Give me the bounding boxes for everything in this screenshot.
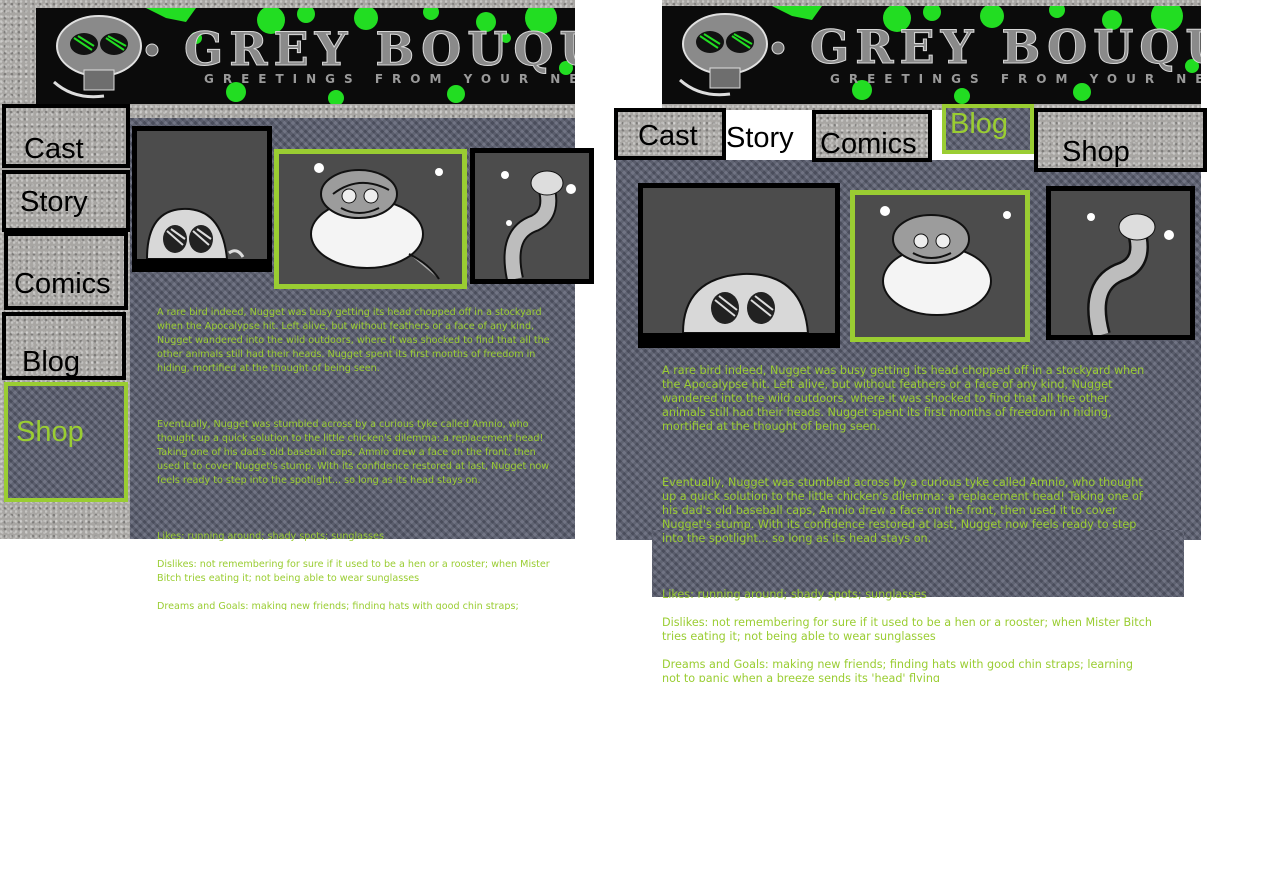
bio-paragraph: A rare bird indeed, Nugget was busy gett… — [662, 364, 1145, 433]
site-tagline: GREETINGS FROM YOUR NEW T — [830, 72, 1201, 86]
nav-comics-label: Comics — [14, 268, 111, 300]
dislikes-line: Dislikes: not remembering for sure if it… — [157, 559, 550, 584]
bio-paragraph: A rare bird indeed, Nugget was busy gett… — [157, 307, 550, 374]
nugget-chicken-art — [310, 163, 443, 280]
site-tagline: GREETINGS FROM YOUR NEW T — [204, 72, 575, 86]
nav-story-label: Story — [20, 186, 88, 218]
dislikes-line: Dislikes: not remembering for sure if it… — [662, 616, 1152, 643]
character-panel-nugget[interactable] — [850, 190, 1030, 342]
skull-logo-icon — [678, 13, 785, 97]
nav-blog-label: Blog — [22, 346, 81, 378]
nav-blog-button[interactable]: Blog — [2, 312, 126, 380]
worm-character-art — [1087, 213, 1174, 335]
nav-cast-button[interactable]: Cast — [2, 104, 130, 168]
nav-story-button[interactable]: Story — [724, 112, 804, 164]
likes-line: Likes: running around; shady spots; sung… — [662, 588, 927, 601]
skull-character-art — [137, 207, 267, 267]
worm-character-art — [501, 170, 576, 279]
mockup-left: GREY BOUQU GREETINGS FROM YOUR NEW T Cas… — [0, 0, 594, 610]
nav-comics-button[interactable]: Comics — [4, 232, 128, 310]
dreams-line: Dreams and Goals: making new friends; fi… — [157, 601, 519, 610]
nav-shop-label: Shop — [16, 416, 84, 448]
dreams-line: Dreams and Goals: making new friends; fi… — [662, 658, 1133, 682]
nav-cast-label: Cast — [24, 133, 84, 165]
site-title: GREY BOUQU — [810, 20, 1201, 75]
character-bio: A rare bird indeed, Nugget was busy gett… — [662, 350, 1152, 696]
skull-character-art — [643, 272, 835, 343]
character-panel-worm[interactable] — [1046, 186, 1195, 340]
nav-shop-button[interactable]: Shop — [1034, 108, 1207, 172]
nav-comics-button[interactable]: Comics — [812, 110, 932, 162]
site-title: GREY BOUQU — [184, 22, 575, 77]
likes-line: Likes: running around; shady spots; sung… — [157, 531, 384, 542]
site-header: GREY BOUQU GREETINGS FROM YOUR NEW T — [662, 6, 1201, 104]
nav-blog-button[interactable]: Blog — [942, 104, 1034, 154]
nav-shop-button[interactable]: Shop — [4, 382, 128, 502]
nav-cast-label: Cast — [638, 120, 698, 152]
character-bio: A rare bird indeed, Nugget was busy gett… — [157, 292, 557, 624]
site-header: GREY BOUQU GREETINGS FROM YOUR NEW T — [36, 8, 575, 104]
character-panel-worm[interactable] — [470, 148, 594, 284]
character-panel-skull[interactable] — [132, 126, 272, 272]
nugget-chicken-art — [880, 206, 1011, 316]
nav-story-label: Story — [726, 122, 794, 154]
nav-cast-button[interactable]: Cast — [614, 108, 726, 160]
nav-blog-label: Blog — [950, 108, 1009, 140]
mockup-right: GREY BOUQU GREETINGS FROM YOUR NEW T Cas… — [612, 0, 1207, 682]
skull-logo-icon — [52, 15, 159, 99]
character-panel-skull[interactable] — [638, 183, 840, 348]
origin-paragraph: Eventually, Nugget was stumbled across b… — [157, 419, 550, 486]
nav-shop-label: Shop — [1062, 136, 1130, 168]
nav-story-button[interactable]: Story — [2, 170, 130, 232]
character-panel-nugget[interactable] — [274, 149, 467, 289]
nav-comics-label: Comics — [820, 128, 917, 160]
origin-paragraph: Eventually, Nugget was stumbled across b… — [662, 476, 1143, 545]
